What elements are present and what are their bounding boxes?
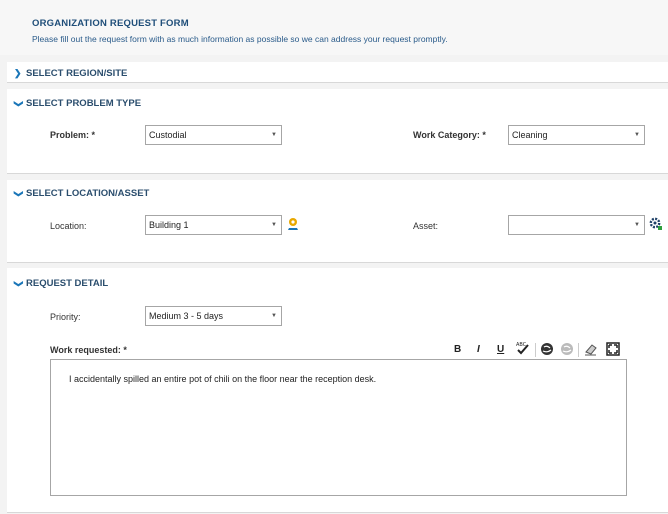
- dropdown-arrow-icon: ▼: [634, 132, 640, 138]
- location-panel-title: SELECT LOCATION/ASSET: [26, 188, 150, 199]
- remove-link-icon[interactable]: [560, 342, 574, 356]
- dropdown-arrow-icon: ▼: [271, 313, 277, 319]
- priority-label: Priority:: [50, 312, 81, 322]
- location-pin-icon[interactable]: [286, 217, 300, 231]
- toolbar-separator: [578, 343, 579, 357]
- form-title: ORGANIZATION REQUEST FORM: [32, 18, 189, 29]
- location-label: Location:: [50, 221, 87, 231]
- underline-button[interactable]: U: [497, 344, 504, 355]
- spellcheck-icon[interactable]: ABC: [515, 341, 531, 355]
- chevron-down-icon: ❯: [14, 100, 24, 108]
- clear-formatting-icon[interactable]: [584, 342, 598, 356]
- detail-panel-title: REQUEST DETAIL: [26, 278, 109, 289]
- chevron-right-icon: ❯: [14, 68, 22, 78]
- problem-select[interactable]: Custodial ▼: [145, 125, 282, 145]
- work-category-label: Work Category: *: [413, 130, 486, 140]
- work-requested-label: Work requested: *: [50, 345, 127, 355]
- asset-label: Asset:: [413, 221, 439, 231]
- priority-select[interactable]: Medium 3 - 5 days ▼: [145, 306, 282, 326]
- work-requested-textarea[interactable]: I accidentally spilled an entire pot of …: [50, 359, 627, 496]
- region-panel-title: SELECT REGION/SITE: [26, 68, 128, 79]
- region-panel-header[interactable]: ❯ SELECT REGION/SITE: [14, 68, 127, 79]
- location-panel-header[interactable]: ❯ SELECT LOCATION/ASSET: [14, 188, 149, 199]
- problem-panel-title: SELECT PROBLEM TYPE: [26, 98, 142, 109]
- priority-select-value: Medium 3 - 5 days: [149, 311, 224, 321]
- bold-button[interactable]: B: [454, 344, 461, 355]
- gear-icon[interactable]: [649, 217, 663, 231]
- location-select-value: Building 1: [149, 220, 189, 230]
- dropdown-arrow-icon: ▼: [271, 132, 277, 138]
- italic-button[interactable]: I: [477, 344, 480, 355]
- dropdown-arrow-icon: ▼: [271, 222, 277, 228]
- chevron-down-icon: ❯: [14, 190, 24, 198]
- work-category-select[interactable]: Cleaning ▼: [508, 125, 645, 145]
- work-category-select-value: Cleaning: [512, 130, 548, 140]
- problem-panel-header[interactable]: ❯ SELECT PROBLEM TYPE: [14, 98, 141, 109]
- toolbar-separator: [535, 343, 536, 357]
- form-subtitle: Please fill out the request form with as…: [32, 34, 448, 44]
- location-select[interactable]: Building 1 ▼: [145, 215, 282, 235]
- detail-panel-header[interactable]: ❯ REQUEST DETAIL: [14, 278, 108, 289]
- problem-select-value: Custodial: [149, 130, 187, 140]
- problem-label: Problem: *: [50, 130, 96, 140]
- asset-select[interactable]: ▼: [508, 215, 645, 235]
- insert-link-icon[interactable]: [540, 342, 554, 356]
- chevron-down-icon: ❯: [14, 280, 24, 288]
- fullscreen-icon[interactable]: [606, 342, 620, 356]
- dropdown-arrow-icon: ▼: [634, 222, 640, 228]
